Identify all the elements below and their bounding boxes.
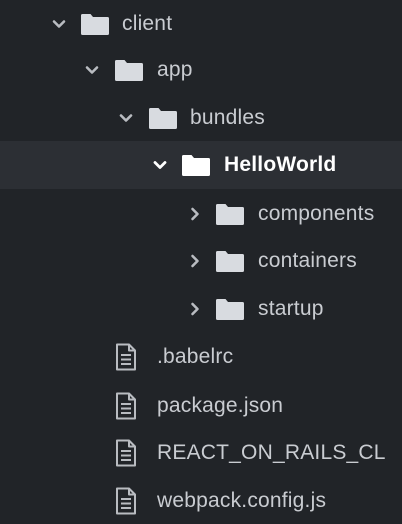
folder-icon [215, 297, 245, 321]
file-icon [115, 439, 137, 467]
file-icon [115, 392, 137, 420]
tree-item-label: components [258, 202, 375, 225]
folder-icon [215, 202, 245, 226]
file-tree: client app bundles HelloWorld components… [0, 0, 402, 524]
tree-item-babelrc[interactable]: .babelrc [0, 333, 402, 381]
tree-item-package-json[interactable]: package.json [0, 382, 402, 430]
chevron-down-icon[interactable] [153, 158, 167, 172]
file-icon [115, 487, 137, 515]
tree-item-helloworld[interactable]: HelloWorld [0, 141, 402, 189]
tree-item-label: .babelrc [157, 345, 234, 368]
tree-item-client[interactable]: client [0, 0, 402, 48]
tree-item-label: client [122, 12, 173, 35]
chevron-down-icon[interactable] [85, 63, 99, 77]
chevron-down-icon[interactable] [52, 17, 66, 31]
chevron-right-icon[interactable] [188, 254, 202, 268]
folder-icon [114, 58, 144, 82]
tree-item-label: webpack.config.js [157, 489, 327, 512]
tree-item-label: REACT_ON_RAILS_CL [157, 441, 386, 464]
tree-item-label: bundles [190, 106, 265, 129]
tree-item-label: package.json [157, 394, 284, 417]
tree-item-label: HelloWorld [224, 153, 337, 176]
folder-icon [181, 153, 211, 177]
folder-icon [148, 106, 178, 130]
tree-item-webpack-config[interactable]: webpack.config.js [0, 477, 402, 524]
tree-item-label: app [157, 58, 193, 81]
tree-item-bundles[interactable]: bundles [0, 94, 402, 142]
chevron-down-icon[interactable] [119, 111, 133, 125]
file-icon [115, 343, 137, 371]
tree-item-components[interactable]: components [0, 190, 402, 238]
chevron-right-icon[interactable] [188, 302, 202, 316]
chevron-right-icon[interactable] [188, 207, 202, 221]
tree-item-containers[interactable]: containers [0, 237, 402, 285]
folder-icon [215, 249, 245, 273]
folder-icon [80, 12, 110, 36]
tree-item-react-on-rails[interactable]: REACT_ON_RAILS_CL [0, 429, 402, 477]
tree-item-label: containers [258, 249, 357, 272]
tree-item-label: startup [258, 297, 324, 320]
tree-item-app[interactable]: app [0, 46, 402, 94]
tree-item-startup[interactable]: startup [0, 285, 402, 333]
